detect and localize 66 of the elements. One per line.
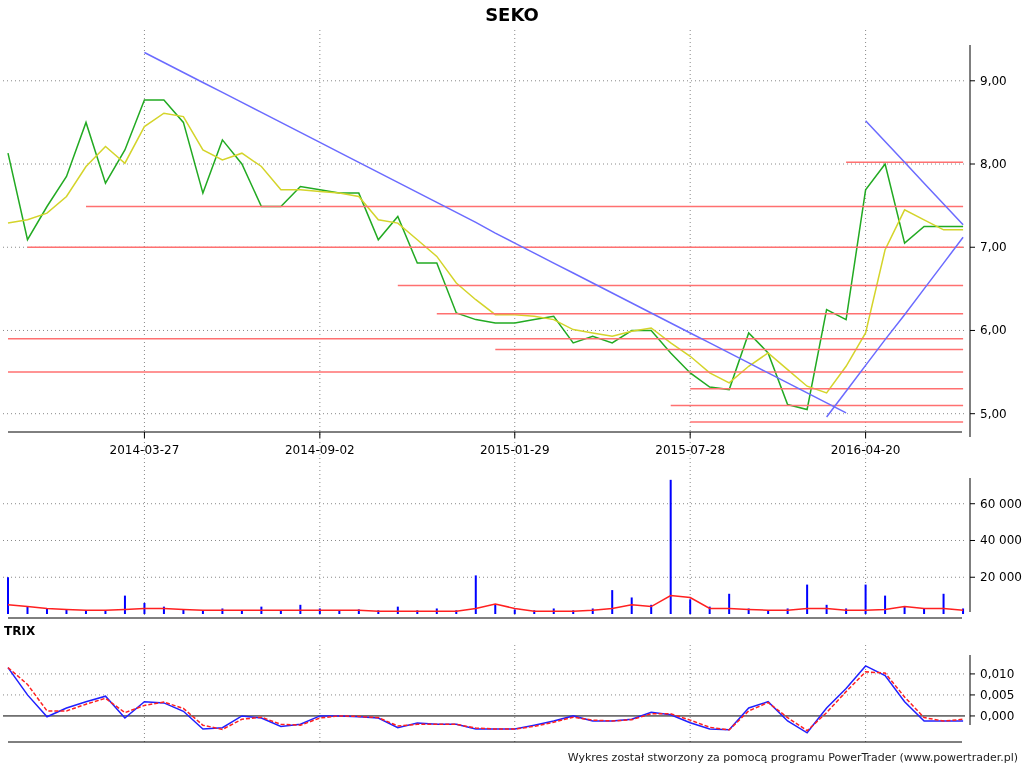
volume-bar <box>104 610 107 614</box>
axis-label: 9,00 <box>980 73 1007 88</box>
volume-bar <box>728 593 731 614</box>
footer-note: Wykres został stworzony za pomocą programu PowerTrader (www.powertrader.pl) <box>567 749 1018 766</box>
volume-bar <box>455 610 458 614</box>
volume-bar <box>884 595 887 614</box>
volume-bar <box>201 610 204 614</box>
axis-label: 0,000 <box>980 708 1015 723</box>
volume-bar <box>143 602 146 614</box>
volume-bar <box>494 604 497 614</box>
volume-bar <box>806 584 809 614</box>
volume-bar <box>864 584 867 614</box>
volume-bar <box>65 609 68 614</box>
axis-label: 7,00 <box>980 240 1007 255</box>
volume-bar <box>533 610 536 614</box>
indicator-title: TRIX <box>4 623 36 640</box>
volume-bar <box>357 609 360 614</box>
volume-bar <box>240 610 243 614</box>
volume-bar <box>416 610 419 614</box>
volume-bar <box>630 597 633 614</box>
volume-bar <box>123 595 126 614</box>
volume-bar <box>221 608 224 614</box>
axis-label: 5,00 <box>980 406 1007 421</box>
volume-bar <box>767 610 770 614</box>
volume-bar <box>396 606 399 614</box>
volume-bar <box>825 604 828 614</box>
volume-bar <box>572 610 575 614</box>
volume-bar <box>162 606 165 614</box>
volume-bar <box>923 608 926 614</box>
date-label: 2015-07-28 <box>655 443 726 457</box>
volume-bar <box>942 593 945 614</box>
volume-bar <box>84 610 87 614</box>
axis-label: 60 000 <box>980 496 1022 511</box>
volume-bar <box>845 608 848 614</box>
volume-bar <box>552 608 555 614</box>
date-label: 2016-04-20 <box>830 443 901 457</box>
volume-bar <box>377 610 380 614</box>
volume-bar <box>299 604 302 614</box>
chart-title: SEKO <box>485 2 539 27</box>
volume-bar <box>611 590 614 614</box>
axis-label: 0,005 <box>980 687 1015 702</box>
axis-label: 40 000 <box>980 533 1022 548</box>
axis-label: 0,010 <box>980 666 1015 681</box>
axis-label: 8,00 <box>980 157 1007 171</box>
volume-bar <box>786 608 789 614</box>
axis-label: 6,00 <box>980 323 1007 338</box>
date-label: 2014-03-27 <box>109 443 180 457</box>
date-label: 2014-09-02 <box>285 443 355 457</box>
volume-bar <box>650 604 653 614</box>
volume-bar <box>279 610 282 614</box>
volume-bar <box>182 609 185 614</box>
volume-bar <box>26 606 29 614</box>
volume-bar <box>260 606 263 614</box>
volume-bar <box>338 610 341 614</box>
volume-bar <box>318 608 321 614</box>
volume-bar <box>689 599 692 614</box>
volume-bar <box>513 609 516 614</box>
volume-bar <box>474 575 477 614</box>
volume-bar <box>591 608 594 614</box>
volume-bar <box>435 608 438 614</box>
date-label: 2015-01-29 <box>479 443 550 457</box>
volume-bar <box>962 608 965 614</box>
volume-bar <box>747 608 750 614</box>
axis-label: 20 000 <box>980 570 1022 585</box>
volume-bar <box>708 606 711 614</box>
volume-bar <box>903 606 906 614</box>
